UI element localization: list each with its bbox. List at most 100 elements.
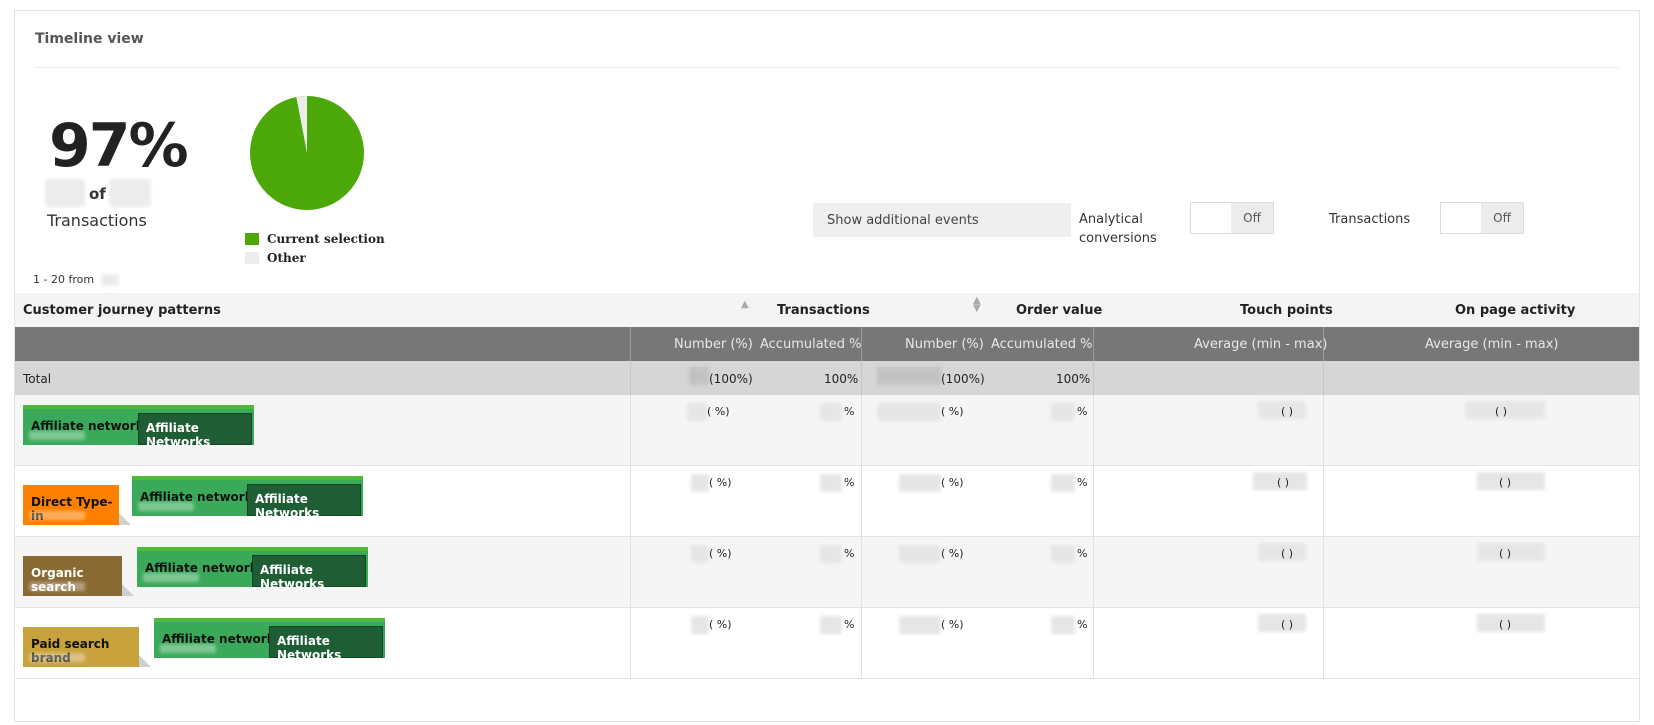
chip-connector (122, 584, 134, 596)
share-percentage: 97% (49, 111, 189, 181)
legend-swatch (245, 232, 259, 245)
sort-up-icon[interactable]: ▲ (741, 299, 749, 310)
journey-chip-paid-search[interactable]: Paid search brand (23, 627, 139, 667)
subheader-number-pct: Number (%) (905, 337, 984, 352)
journey-chip-affiliate[interactable]: Affiliate networks Affiliate Networks (137, 547, 368, 591)
table-row[interactable]: Organic search Affiliate networks Affili… (15, 537, 1639, 608)
legend-item-other: Other (245, 248, 385, 267)
touch-points: ( ) (1277, 476, 1290, 489)
redacted-subtext (29, 511, 85, 520)
analytical-conversions-toggle[interactable]: Off (1190, 202, 1274, 234)
journey-chip-affiliate[interactable]: Affiliate networks Affiliate Networks (154, 618, 385, 662)
subheader-accumulated: Accumulated % (760, 337, 862, 352)
redacted-subtext (138, 502, 194, 511)
toggle-state: Off (1231, 203, 1273, 233)
table-sub-header: Number (%) Accumulated % Number (%) Accu… (15, 327, 1639, 361)
total-trans-accum: 100% (824, 372, 859, 386)
order-accum: % (1077, 405, 1088, 418)
transactions-toggle-label: Transactions (1329, 212, 1411, 227)
chip-inner-label: Affiliate Networks (138, 413, 252, 449)
on-page-activity: ( ) (1499, 618, 1512, 631)
on-page-activity: ( ) (1499, 547, 1512, 560)
trans-number: ( %) (709, 476, 732, 489)
trans-number: ( %) (709, 618, 732, 631)
redacted-subtext (29, 582, 85, 591)
legend-label: Current selection (267, 231, 385, 246)
trans-number: ( %) (709, 547, 732, 560)
share-of-row: of (45, 177, 175, 207)
header-on-page-activity[interactable]: On page activity (1455, 303, 1575, 318)
transactions-toggle[interactable]: Off (1440, 202, 1524, 234)
panel-title: Timeline view (35, 31, 144, 47)
of-text: of (89, 185, 106, 203)
total-label: Total (23, 372, 52, 386)
redacted-value (820, 616, 842, 634)
redacted-total (109, 179, 151, 207)
redacted-value (820, 474, 842, 492)
redacted-value (820, 403, 842, 421)
timeline-panel: Timeline view 97% of Transactions Curren… (14, 10, 1640, 722)
redacted-value (877, 403, 941, 421)
legend-item-current: Current selection (245, 229, 385, 248)
chip-inner-label: Affiliate Networks (252, 555, 366, 591)
order-accum: % (1077, 476, 1088, 489)
pagination-range: 1 - 20 from (33, 273, 119, 286)
table-row[interactable]: Direct Type-in Affiliate networks Affili… (15, 466, 1639, 537)
touch-points: ( ) (1281, 405, 1294, 418)
total-order-number: (100%) (941, 372, 985, 386)
redacted-value (1051, 474, 1075, 492)
header-touch-points[interactable]: Touch points (1240, 303, 1333, 318)
touch-points: ( ) (1281, 547, 1294, 560)
redacted-value (899, 545, 941, 563)
trans-accum: % (844, 547, 855, 560)
table-group-header: Customer journey patterns ▲ Transactions… (15, 293, 1639, 327)
header-order-value[interactable]: Order value (1016, 303, 1102, 318)
order-number: ( %) (941, 476, 964, 489)
total-row: Total (100%) 100% (100%) 100% (15, 361, 1639, 395)
range-text: 1 - 20 from (33, 273, 95, 286)
journey-chip-organic[interactable]: Organic search (23, 556, 122, 596)
redacted-value (687, 403, 707, 421)
pie-legend: Current selection Other (245, 229, 385, 267)
selection-pie-chart (250, 95, 364, 210)
journey-chip-affiliate[interactable]: Affiliate networks Affiliate Networks (132, 476, 363, 520)
journey-table: Customer journey patterns ▲ Transactions… (15, 293, 1639, 679)
trans-accum: % (844, 618, 855, 631)
order-accum: % (1077, 547, 1088, 560)
title-divider (35, 67, 1619, 68)
redacted-subtext (143, 573, 199, 582)
journey-chip-affiliate[interactable]: Affiliate networks Affiliate Networks (23, 405, 254, 449)
legend-swatch (245, 251, 259, 264)
redacted-value (45, 179, 85, 207)
touch-points: ( ) (1281, 618, 1294, 631)
subheader-number-pct: Number (%) (674, 337, 753, 352)
redacted-value (689, 367, 709, 385)
chip-connector (139, 655, 151, 667)
total-order-accum: 100% (1056, 372, 1091, 386)
trans-accum: % (844, 405, 855, 418)
subheader-accumulated: Accumulated % (991, 337, 1093, 352)
chip-inner-label: Affiliate Networks (269, 626, 383, 662)
redacted-value (899, 616, 941, 634)
sort-updown-icon[interactable]: ▲ ▼ (973, 296, 981, 314)
analytical-conversions-label: Analytical conversions (1079, 212, 1157, 246)
redacted-value (820, 545, 842, 563)
chip-inner-label: Affiliate Networks (247, 484, 361, 520)
show-additional-events-button[interactable]: Show additional events (813, 203, 1071, 237)
trans-number: ( %) (707, 405, 730, 418)
order-accum: % (1077, 618, 1088, 631)
toggle-state: Off (1481, 203, 1523, 233)
redacted-value (877, 367, 941, 385)
table-row[interactable]: Affiliate networks Affiliate Networks ( … (15, 395, 1639, 466)
on-page-activity: ( ) (1499, 476, 1512, 489)
redacted-value (1051, 616, 1075, 634)
journey-chip-direct[interactable]: Direct Type-in (23, 485, 119, 525)
redacted-value (1051, 545, 1075, 563)
table-row[interactable]: Paid search brand Affiliate networks Aff… (15, 608, 1639, 679)
redacted-count (100, 274, 119, 286)
subheader-average: Average (min - max) (1425, 337, 1559, 352)
order-number: ( %) (941, 405, 964, 418)
order-number: ( %) (941, 618, 964, 631)
header-transactions[interactable]: Transactions (777, 303, 870, 318)
redacted-subtext (160, 644, 216, 653)
